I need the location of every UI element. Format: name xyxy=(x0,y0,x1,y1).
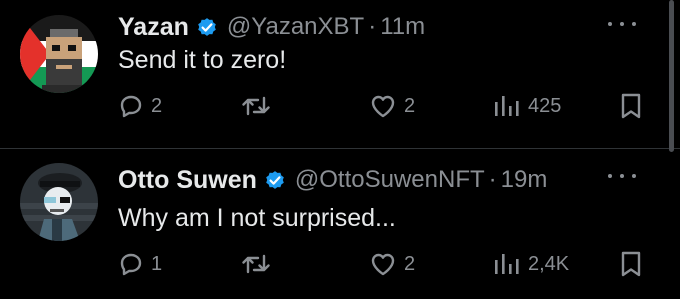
reply-count: 1 xyxy=(151,252,163,275)
tweet-actions: 2 2 425 xyxy=(0,89,680,123)
views-button[interactable]: 425 xyxy=(492,89,561,123)
tweet-timestamp[interactable]: 19m xyxy=(501,166,548,194)
reply-count: 2 xyxy=(151,94,163,117)
author-name[interactable]: Otto Suwen xyxy=(118,166,257,195)
heart-icon xyxy=(371,253,395,276)
cartoon-character-avatar-icon xyxy=(20,163,98,241)
author-name[interactable]: Yazan xyxy=(118,13,189,42)
separator-dot: · xyxy=(368,13,377,40)
tweet-timestamp[interactable]: 11m xyxy=(380,13,425,41)
tweet-header: Otto Suwen @OttoSuwenNFT · 19m xyxy=(118,163,547,197)
like-count: 2 xyxy=(404,94,416,117)
bookmark-button[interactable] xyxy=(619,247,643,281)
views-chart-icon xyxy=(495,254,519,274)
reply-icon xyxy=(120,253,142,276)
author-handle[interactable]: @YazanXBT xyxy=(227,13,364,41)
views-count: 425 xyxy=(528,94,562,117)
avatar[interactable] xyxy=(20,15,98,93)
like-button[interactable]: 2 xyxy=(368,247,415,281)
reply-button[interactable]: 2 xyxy=(117,89,162,123)
bookmark-icon xyxy=(621,251,641,277)
like-button[interactable]: 2 xyxy=(368,89,415,123)
avatar[interactable] xyxy=(20,163,98,241)
retweet-button[interactable] xyxy=(240,247,278,281)
tweet-text: Why am I not surprised... xyxy=(118,204,396,232)
tweet-header: Yazan @YazanXBT · 11m xyxy=(118,10,425,44)
separator-dot: · xyxy=(488,166,497,193)
bookmark-button[interactable] xyxy=(619,89,643,123)
bookmark-icon xyxy=(621,93,641,119)
reply-button[interactable]: 1 xyxy=(117,247,162,281)
like-count: 2 xyxy=(404,252,416,275)
tweet-actions: 1 2 2,4K xyxy=(0,247,680,281)
tweet[interactable]: Yazan @YazanXBT · 11m Send it to zero! 2 xyxy=(0,0,680,148)
author-handle[interactable]: @OttoSuwenNFT xyxy=(295,166,485,194)
views-count: 2,4K xyxy=(528,252,570,275)
retweet-button[interactable] xyxy=(240,89,278,123)
retweet-icon xyxy=(242,96,270,116)
views-chart-icon xyxy=(495,96,519,116)
tweet[interactable]: Otto Suwen @OttoSuwenNFT · 19m Why am I … xyxy=(0,149,680,299)
heart-icon xyxy=(371,95,395,118)
more-icon[interactable] xyxy=(608,171,636,181)
verified-badge-icon xyxy=(263,168,287,192)
reply-icon xyxy=(120,95,142,118)
verified-badge-icon xyxy=(195,15,219,39)
tweet-text: Send it to zero! xyxy=(118,46,287,74)
retweet-icon xyxy=(242,254,270,274)
views-button[interactable]: 2,4K xyxy=(492,247,569,281)
more-icon[interactable] xyxy=(608,19,636,29)
scrollbar[interactable] xyxy=(669,0,674,152)
pixel-art-avatar-flag-icon xyxy=(20,15,98,93)
